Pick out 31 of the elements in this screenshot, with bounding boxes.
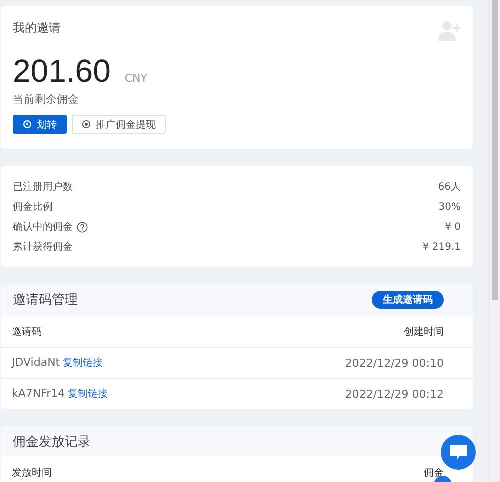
balance-amount: 201.60 [13,53,111,90]
balance-caption: 当前剩余佣金 [13,92,80,107]
created-time: 2022/12/29 00:10 [345,356,444,370]
generate-code-button[interactable]: 生成邀请码 [372,291,444,309]
stat-label: 确认中的佣金 [13,220,73,234]
stat-value: ¥ 0 [445,222,461,232]
copy-link[interactable]: 复制链接 [68,387,108,401]
stat-label: 佣金比例 [13,200,53,214]
stat-value: ¥ 219.1 [422,242,461,252]
card-title: 我的邀请 [13,20,61,37]
chat-icon [450,445,467,460]
stat-value: 66人 [438,181,461,194]
help-icon[interactable] [77,222,88,232]
stat-value: 30% [438,202,461,212]
currency-label: CNY [124,72,148,85]
transfer-button[interactable]: 划转 [13,115,67,134]
column-header: 发放时间 [12,466,52,480]
created-time: 2022/12/29 00:12 [345,388,444,400]
column-header: 创建时间 [404,326,444,338]
column-header: 邀请码 [12,326,42,338]
circle-icon [82,120,91,129]
copy-link[interactable]: 复制链接 [63,356,104,370]
stat-label: 已注册用户数 [13,180,73,194]
section-title: 佣金发放记录 [13,434,91,450]
invite-code: JDVidaNt [12,356,60,369]
scrollbar[interactable] [489,0,500,482]
column-header: 佣金 [424,466,444,480]
invite-code: kA7NFr14 [12,387,66,400]
section-title: 邀请码管理 [13,292,78,309]
stat-label: 累计获得佣金 [13,240,73,254]
withdraw-button[interactable]: 推广佣金提现 [72,115,166,134]
